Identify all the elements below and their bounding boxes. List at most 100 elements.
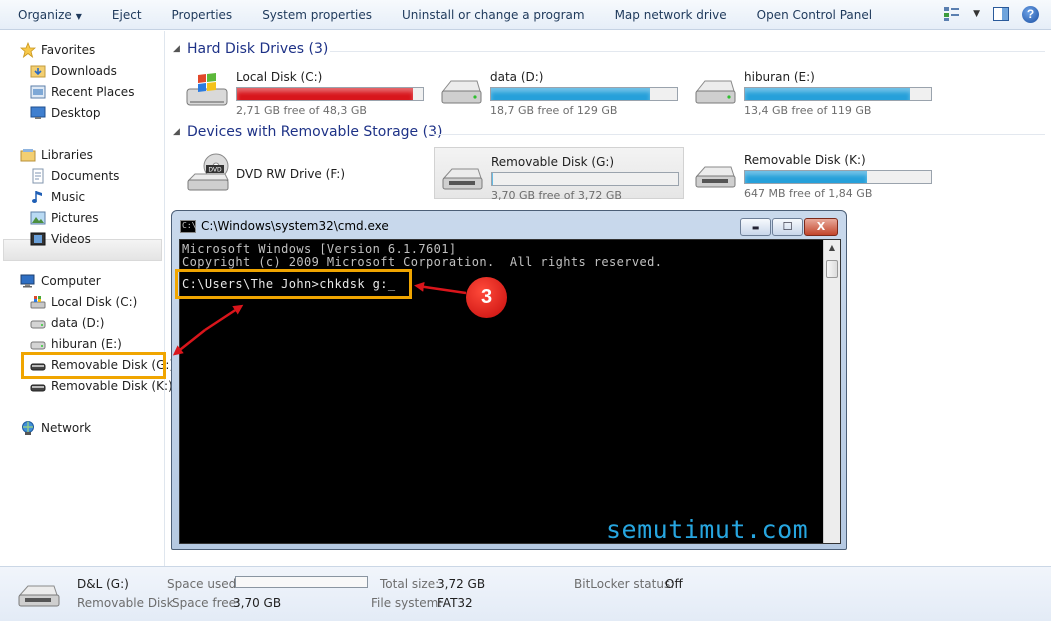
section-divider <box>330 51 1045 52</box>
nav-desktop[interactable]: Desktop <box>30 103 101 123</box>
drive-free-space: 18,7 GB free of 129 GB <box>490 104 618 117</box>
drive-removable-g[interactable]: Removable Disk (G:) 3,70 GB free of 3,72… <box>434 147 684 202</box>
console-line: Copyright (c) 2009 Microsoft Corporation… <box>182 255 663 269</box>
preview-pane-icon[interactable] <box>992 5 1010 23</box>
section-divider <box>433 134 1045 135</box>
nav-videos[interactable]: Videos <box>30 229 91 249</box>
section-hard-disk-drives[interactable]: Hard Disk Drives (3) <box>187 41 328 57</box>
hard-drive-icon <box>695 80 736 104</box>
libraries-icon <box>20 149 36 162</box>
drive-name: data (D:) <box>490 70 544 84</box>
properties-button[interactable]: Properties <box>157 0 248 30</box>
cmd-window[interactable]: C:\ C:\Windows\system32\cmd.exe ▬ ☐ X Mi… <box>171 210 847 550</box>
nav-music[interactable]: Music <box>30 187 85 207</box>
drive-free-space: 3,70 GB free of 3,72 GB <box>491 189 622 202</box>
nav-pictures-label: Pictures <box>51 211 99 225</box>
removable-g-highlight-box <box>21 352 166 379</box>
organize-button[interactable]: Organize ▼ <box>0 0 97 30</box>
nav-removable-k-label: Removable Disk (K:) <box>51 379 173 393</box>
documents-icon <box>32 168 44 184</box>
removable-drive-icon <box>695 166 736 188</box>
nav-local-disk-c[interactable]: Local Disk (C:) <box>30 292 137 312</box>
nav-removable-k[interactable]: Removable Disk (K:) <box>30 376 173 396</box>
bitlocker-value: Off <box>665 577 683 591</box>
maximize-icon: ☐ <box>782 220 793 233</box>
chkdsk-command-highlight-box <box>175 269 412 299</box>
dvd-drive-icon: DVD <box>187 153 229 191</box>
nav-network-label: Network <box>41 421 92 435</box>
removable-drive-icon <box>30 384 46 392</box>
scroll-up-arrow-icon[interactable]: ▲ <box>824 240 840 256</box>
drive-usage-bar <box>744 87 932 101</box>
close-button[interactable]: X <box>804 218 838 236</box>
drive-usage-fill <box>237 88 413 100</box>
help-icon[interactable]: ? <box>1022 5 1039 23</box>
nav-data-d[interactable]: data (D:) <box>30 313 105 333</box>
change-view-icon[interactable] <box>943 5 961 23</box>
drive-hiburan-e[interactable]: hiburan (E:) 13,4 GB free of 119 GB <box>688 63 938 117</box>
nav-network[interactable]: Network <box>20 418 91 438</box>
nav-desktop-label: Desktop <box>51 106 101 120</box>
drive-usage-bar <box>491 172 679 186</box>
collapse-arrow-icon[interactable]: ◢ <box>173 44 180 54</box>
space-used-label: Space used: <box>167 577 241 591</box>
minimize-button[interactable]: ▬ <box>740 218 771 236</box>
drive-free-space: 647 MB free of 1,84 GB <box>744 187 873 200</box>
section-removable-storage[interactable]: Devices with Removable Storage (3) <box>187 124 442 140</box>
drive-name: Local Disk (C:) <box>236 70 323 84</box>
collapse-arrow-icon[interactable]: ◢ <box>173 127 180 137</box>
drive-dvd-rw-f[interactable]: DVD DVD RW Drive (F:) <box>180 146 430 198</box>
drive-name: Removable Disk (G:) <box>491 155 615 169</box>
nav-documents[interactable]: Documents <box>30 166 119 186</box>
drive-name: hiburan (E:) <box>744 70 815 84</box>
details-drive-type: Removable Disk <box>77 596 174 610</box>
nav-recent-places[interactable]: Recent Places <box>30 82 134 102</box>
eject-button[interactable]: Eject <box>97 0 157 30</box>
maximize-button[interactable]: ☐ <box>772 218 803 236</box>
minimize-icon: ▬ <box>751 223 760 232</box>
uninstall-program-button[interactable]: Uninstall or change a program <box>387 0 600 30</box>
cmd-app-icon-text: C:\ <box>182 221 197 230</box>
nav-pictures[interactable]: Pictures <box>30 208 99 228</box>
drive-usage-bar <box>236 87 424 101</box>
nav-computer-label: Computer <box>41 274 101 288</box>
hard-drive-icon <box>30 320 46 329</box>
drive-usage-fill <box>491 88 651 100</box>
watermark: semutimut.com <box>606 515 809 544</box>
nav-recent-places-label: Recent Places <box>51 85 135 99</box>
recent-places-icon <box>30 85 46 99</box>
nav-music-label: Music <box>51 190 86 204</box>
music-icon <box>32 191 42 203</box>
space-free-value: 3,70 GB <box>233 596 282 610</box>
total-size-value: 3,72 GB <box>437 577 486 591</box>
bitlocker-label: BitLocker status: <box>574 577 675 591</box>
map-network-drive-button[interactable]: Map network drive <box>600 0 742 30</box>
details-pane: D&L (G:) Removable Disk Space used: Spac… <box>0 566 1051 621</box>
drive-data-d[interactable]: data (D:) 18,7 GB free of 129 GB <box>434 63 684 117</box>
drive-name: DVD RW Drive (F:) <box>236 167 346 181</box>
nav-videos-label: Videos <box>51 232 91 246</box>
view-options-chevron-icon[interactable]: ▼ <box>973 9 980 19</box>
open-control-panel-button[interactable]: Open Control Panel <box>742 0 887 30</box>
drive-name: Removable Disk (K:) <box>744 153 866 167</box>
drive-local-disk-c[interactable]: Local Disk (C:) 2,71 GB free of 48,3 GB <box>180 63 430 117</box>
hard-drive-icon <box>441 80 482 104</box>
nav-hiburan-e-label: hiburan (E:) <box>51 337 122 351</box>
console-line: Microsoft Windows [Version 6.1.7601] <box>182 242 457 256</box>
nav-computer[interactable]: Computer <box>20 271 101 291</box>
hard-drive-icon <box>30 341 46 350</box>
console-scrollbar[interactable]: ▲ <box>823 240 840 543</box>
nav-hiburan-e[interactable]: hiburan (E:) <box>30 334 122 354</box>
scroll-thumb[interactable] <box>826 260 838 278</box>
nav-favorites[interactable]: Favorites <box>20 40 95 60</box>
computer-icon <box>20 274 35 288</box>
drive-removable-k[interactable]: Removable Disk (K:) 647 MB free of 1,84 … <box>688 146 938 200</box>
system-properties-button[interactable]: System properties <box>247 0 387 30</box>
nav-downloads[interactable]: Downloads <box>30 61 117 81</box>
total-size-label: Total size: <box>380 577 440 591</box>
removable-drive-icon <box>18 585 60 607</box>
nav-data-d-label: data (D:) <box>51 316 105 330</box>
nav-documents-label: Documents <box>51 169 120 183</box>
nav-libraries[interactable]: Libraries <box>20 145 93 165</box>
chevron-down-icon: ▼ <box>75 11 82 21</box>
